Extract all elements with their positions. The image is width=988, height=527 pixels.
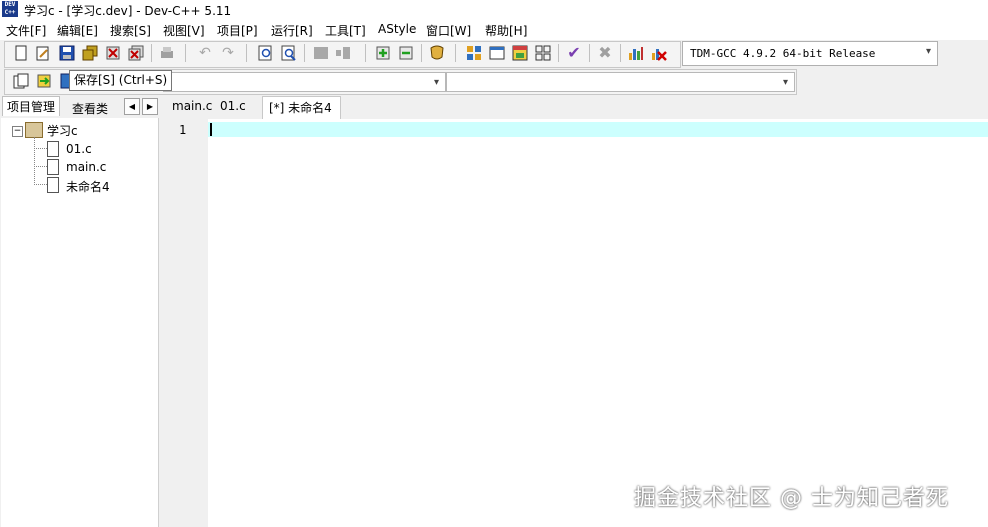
editor-tab-main-c[interactable]: main.c <box>172 99 212 113</box>
project-options-icon[interactable] <box>428 44 446 62</box>
text-caret <box>210 123 212 136</box>
line-gutter: 1 <box>162 119 208 527</box>
tab-scroll-right-icon[interactable]: ▶ <box>142 98 158 115</box>
close-file-icon[interactable] <box>104 44 122 62</box>
tree-file-node[interactable]: main.c <box>66 160 106 174</box>
tree-project-node[interactable]: 学习c <box>47 122 78 139</box>
delete-profile-icon[interactable] <box>650 44 668 62</box>
code-editor[interactable]: 1 <box>162 119 988 527</box>
open-file-icon[interactable] <box>34 44 52 62</box>
menu-view[interactable]: 视图[V] <box>163 22 205 39</box>
unindent-icon[interactable] <box>334 44 352 62</box>
menu-bar: 文件[F] 编辑[E] 搜索[S] 视图[V] 项目[P] 运行[R] 工具[T… <box>0 19 988 40</box>
replace-icon[interactable] <box>280 44 298 62</box>
menu-edit[interactable]: 编辑[E] <box>57 22 98 39</box>
undo-icon[interactable]: ↶ <box>196 44 214 62</box>
menu-run[interactable]: 运行[R] <box>271 22 313 39</box>
line-number: 1 <box>179 123 187 137</box>
find-icon[interactable] <box>257 44 275 62</box>
add-to-project-icon[interactable] <box>374 44 392 62</box>
menu-search[interactable]: 搜索[S] <box>110 22 151 39</box>
save-all-icon[interactable] <box>81 44 99 62</box>
close-all-icon[interactable] <box>127 44 145 62</box>
save-icon[interactable] <box>58 44 76 62</box>
compiler-select-value: TDM-GCC 4.9.2 64-bit Release <box>690 47 876 60</box>
tab-classes[interactable]: 查看类 <box>72 100 108 117</box>
editor-tab-01-c[interactable]: 01.c <box>220 99 246 113</box>
chevron-down-icon: ▾ <box>782 77 788 88</box>
compile-icon[interactable] <box>465 44 483 62</box>
editor-tab-untitled4[interactable]: [*] 未命名4 <box>262 96 341 119</box>
tab-scroll-left-icon[interactable]: ◀ <box>124 98 140 115</box>
chevron-down-icon: ▾ <box>433 77 439 88</box>
window-title: 学习c - [学习c.dev] - Dev-C++ 5.11 <box>24 4 232 18</box>
redo-icon[interactable]: ↷ <box>219 44 237 62</box>
file-icon <box>47 177 59 193</box>
compiler-select[interactable]: TDM-GCC 4.9.2 64-bit Release ▾ <box>682 41 938 66</box>
menu-project[interactable]: 项目[P] <box>217 22 258 39</box>
insert-icon[interactable] <box>12 72 30 90</box>
title-bar: DEV C++ 学习c - [学习c.dev] - Dev-C++ 5.11 <box>0 0 988 19</box>
project-tree: − 学习c 01.c main.c 未命名4 <box>1 118 159 527</box>
menu-tools[interactable]: 工具[T] <box>325 22 366 39</box>
goto-icon[interactable] <box>35 72 53 90</box>
left-panel-tabs: 项目管理 查看类 ◀ ▶ <box>0 96 160 118</box>
class-select[interactable]: ▾ <box>163 72 446 92</box>
chevron-down-icon: ▾ <box>925 46 931 57</box>
print-icon[interactable] <box>158 44 176 62</box>
menu-window[interactable]: 窗口[W] <box>426 22 471 39</box>
remove-from-project-icon[interactable] <box>397 44 415 62</box>
tab-project[interactable]: 项目管理 <box>2 96 61 116</box>
tree-file-node[interactable]: 未命名4 <box>66 178 110 195</box>
collapse-icon[interactable]: − <box>12 126 23 137</box>
menu-help[interactable]: 帮助[H] <box>485 22 527 39</box>
rebuild-all-icon[interactable] <box>534 44 552 62</box>
editor-tabs: main.c 01.c [*] 未命名4 <box>162 96 988 119</box>
member-select[interactable]: ▾ <box>446 72 795 92</box>
file-icon <box>47 141 59 157</box>
save-tooltip: 保存[S] (Ctrl+S) <box>69 70 173 91</box>
file-icon <box>47 159 59 175</box>
app-logo-icon: DEV C++ <box>2 1 18 17</box>
tree-file-node[interactable]: 01.c <box>66 142 92 156</box>
menu-astyle[interactable]: AStyle <box>378 22 416 36</box>
project-icon <box>25 122 43 138</box>
stop-icon[interactable]: ✖ <box>596 44 614 62</box>
syntax-check-icon[interactable]: ✔ <box>565 44 583 62</box>
current-line-highlight <box>208 122 988 137</box>
profile-icon[interactable] <box>627 44 645 62</box>
indent-icon[interactable] <box>312 44 330 62</box>
run-icon[interactable] <box>488 44 506 62</box>
watermark: 掘金技术社区 @ 士为知己者死 <box>634 486 949 511</box>
menu-file[interactable]: 文件[F] <box>6 22 46 39</box>
new-file-icon[interactable] <box>12 44 30 62</box>
compile-run-icon[interactable] <box>511 44 529 62</box>
